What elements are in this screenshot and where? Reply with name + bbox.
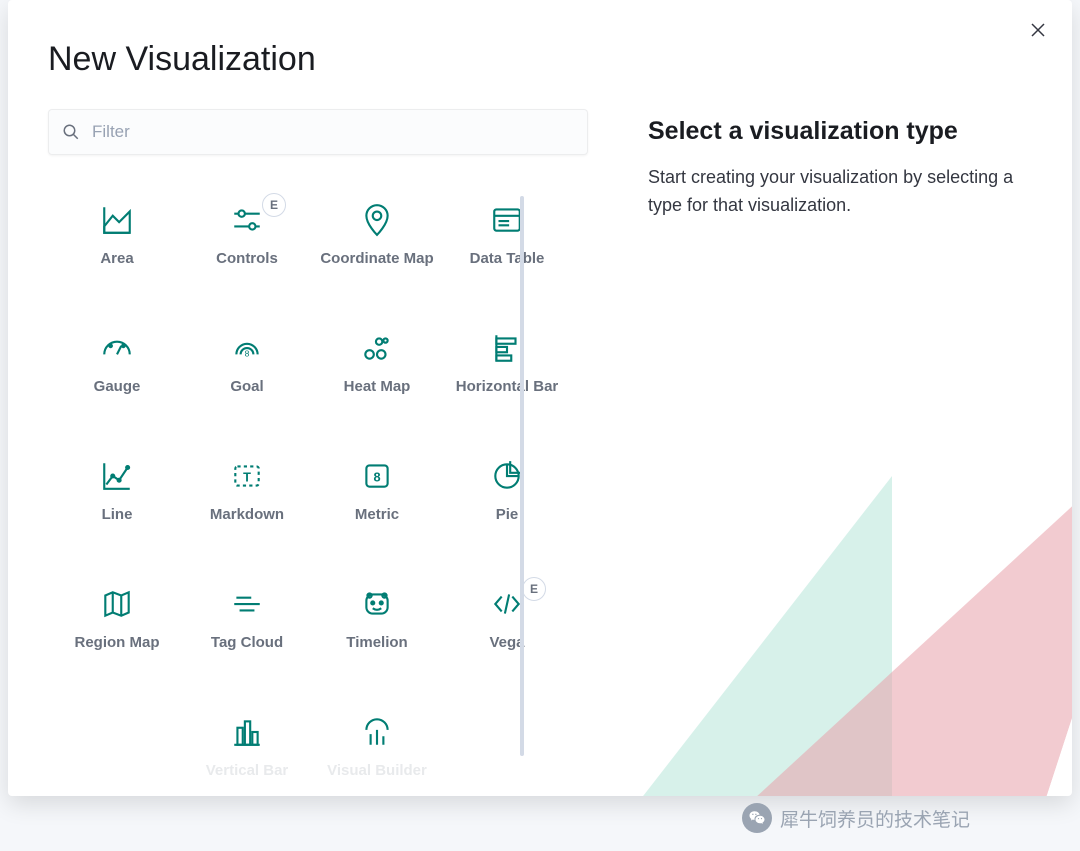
region-map-icon [100, 587, 134, 621]
viz-type-markdown[interactable]: T Markdown [182, 459, 312, 539]
help-heading: Select a visualization type [648, 117, 1032, 146]
viz-label: Vertical Bar [206, 761, 289, 781]
viz-type-data-table[interactable]: Data Table [442, 203, 572, 283]
modal-title: New Visualization [8, 0, 1072, 109]
heat-map-icon [360, 331, 394, 365]
help-description: Start creating your visualization by sel… [648, 164, 1032, 220]
code-icon [490, 587, 524, 621]
viz-label: Data Table [470, 249, 545, 269]
vertical-bar-icon [230, 715, 264, 749]
viz-type-visual-builder[interactable]: Visual Builder [312, 715, 442, 787]
viz-type-heat-map[interactable]: Heat Map [312, 331, 442, 411]
visual-builder-icon [360, 715, 394, 749]
viz-label: Area [100, 249, 133, 269]
viz-label: Metric [355, 505, 399, 525]
viz-type-coordinate-map[interactable]: Coordinate Map [312, 203, 442, 283]
viz-type-line[interactable]: Line [52, 459, 182, 539]
wechat-icon [742, 803, 772, 833]
viz-label: Markdown [210, 505, 284, 525]
viz-label: Horizontal Bar [456, 377, 559, 397]
goal-icon: 8 [230, 331, 264, 365]
close-icon [1030, 22, 1046, 43]
viz-label: Tag Cloud [211, 633, 283, 653]
viz-type-goal[interactable]: 8 Goal [182, 331, 312, 411]
viz-label: Goal [230, 377, 263, 397]
svg-text:8: 8 [245, 349, 250, 359]
viz-label: Controls [216, 249, 278, 269]
viz-label: Line [102, 505, 133, 525]
line-chart-icon [100, 459, 134, 493]
viz-label: Coordinate Map [320, 249, 433, 269]
viz-label: Gauge [94, 377, 141, 397]
experimental-badge: E [522, 577, 546, 601]
watermark: 犀牛饲养员的技术笔记 [742, 803, 970, 833]
filter-input[interactable] [48, 109, 588, 155]
left-column: Area E Controls Coordinate Map [48, 109, 588, 787]
viz-type-timelion[interactable]: Timelion [312, 587, 442, 667]
area-chart-icon [100, 203, 134, 237]
viz-type-metric[interactable]: 8 Metric [312, 459, 442, 539]
controls-sliders-icon [230, 203, 264, 237]
new-visualization-modal: New Visualization Area [8, 0, 1072, 796]
viz-type-pie[interactable]: Pie [442, 459, 572, 539]
viz-type-grid-scroll[interactable]: Area E Controls Coordinate Map [48, 183, 588, 787]
close-button[interactable] [1026, 20, 1050, 44]
markdown-icon: T [230, 459, 264, 493]
gauge-icon [100, 331, 134, 365]
timelion-icon [360, 587, 394, 621]
viz-label: Region Map [75, 633, 160, 653]
viz-label: Heat Map [344, 377, 411, 397]
viz-type-controls[interactable]: E Controls [182, 203, 312, 283]
viz-type-horizontal-bar[interactable]: Horizontal Bar [442, 331, 572, 411]
viz-label: Visual Builder [327, 761, 427, 781]
viz-type-region-map[interactable]: Region Map [52, 587, 182, 667]
viz-type-grid: Area E Controls Coordinate Map [48, 183, 576, 787]
search-icon [62, 123, 80, 141]
map-pin-icon [360, 203, 394, 237]
experimental-badge: E [262, 193, 286, 217]
data-table-icon [490, 203, 524, 237]
horizontal-bar-icon [490, 331, 524, 365]
metric-icon: 8 [360, 459, 394, 493]
viz-type-vega[interactable]: E Vega [442, 587, 572, 667]
scrollbar[interactable] [520, 196, 524, 756]
viz-label: Timelion [346, 633, 407, 653]
tag-cloud-icon [230, 587, 264, 621]
viz-label: Pie [496, 505, 519, 525]
search-field-wrapper [48, 109, 588, 155]
viz-type-gauge[interactable]: Gauge [52, 331, 182, 411]
watermark-text: 犀牛饲养员的技术笔记 [780, 805, 970, 832]
svg-text:T: T [243, 469, 251, 484]
viz-type-tag-cloud[interactable]: Tag Cloud [182, 587, 312, 667]
viz-type-vertical-bar[interactable]: Vertical Bar [182, 715, 312, 787]
svg-text:8: 8 [373, 469, 380, 484]
pie-chart-icon [490, 459, 524, 493]
viz-type-area[interactable]: Area [52, 203, 182, 283]
